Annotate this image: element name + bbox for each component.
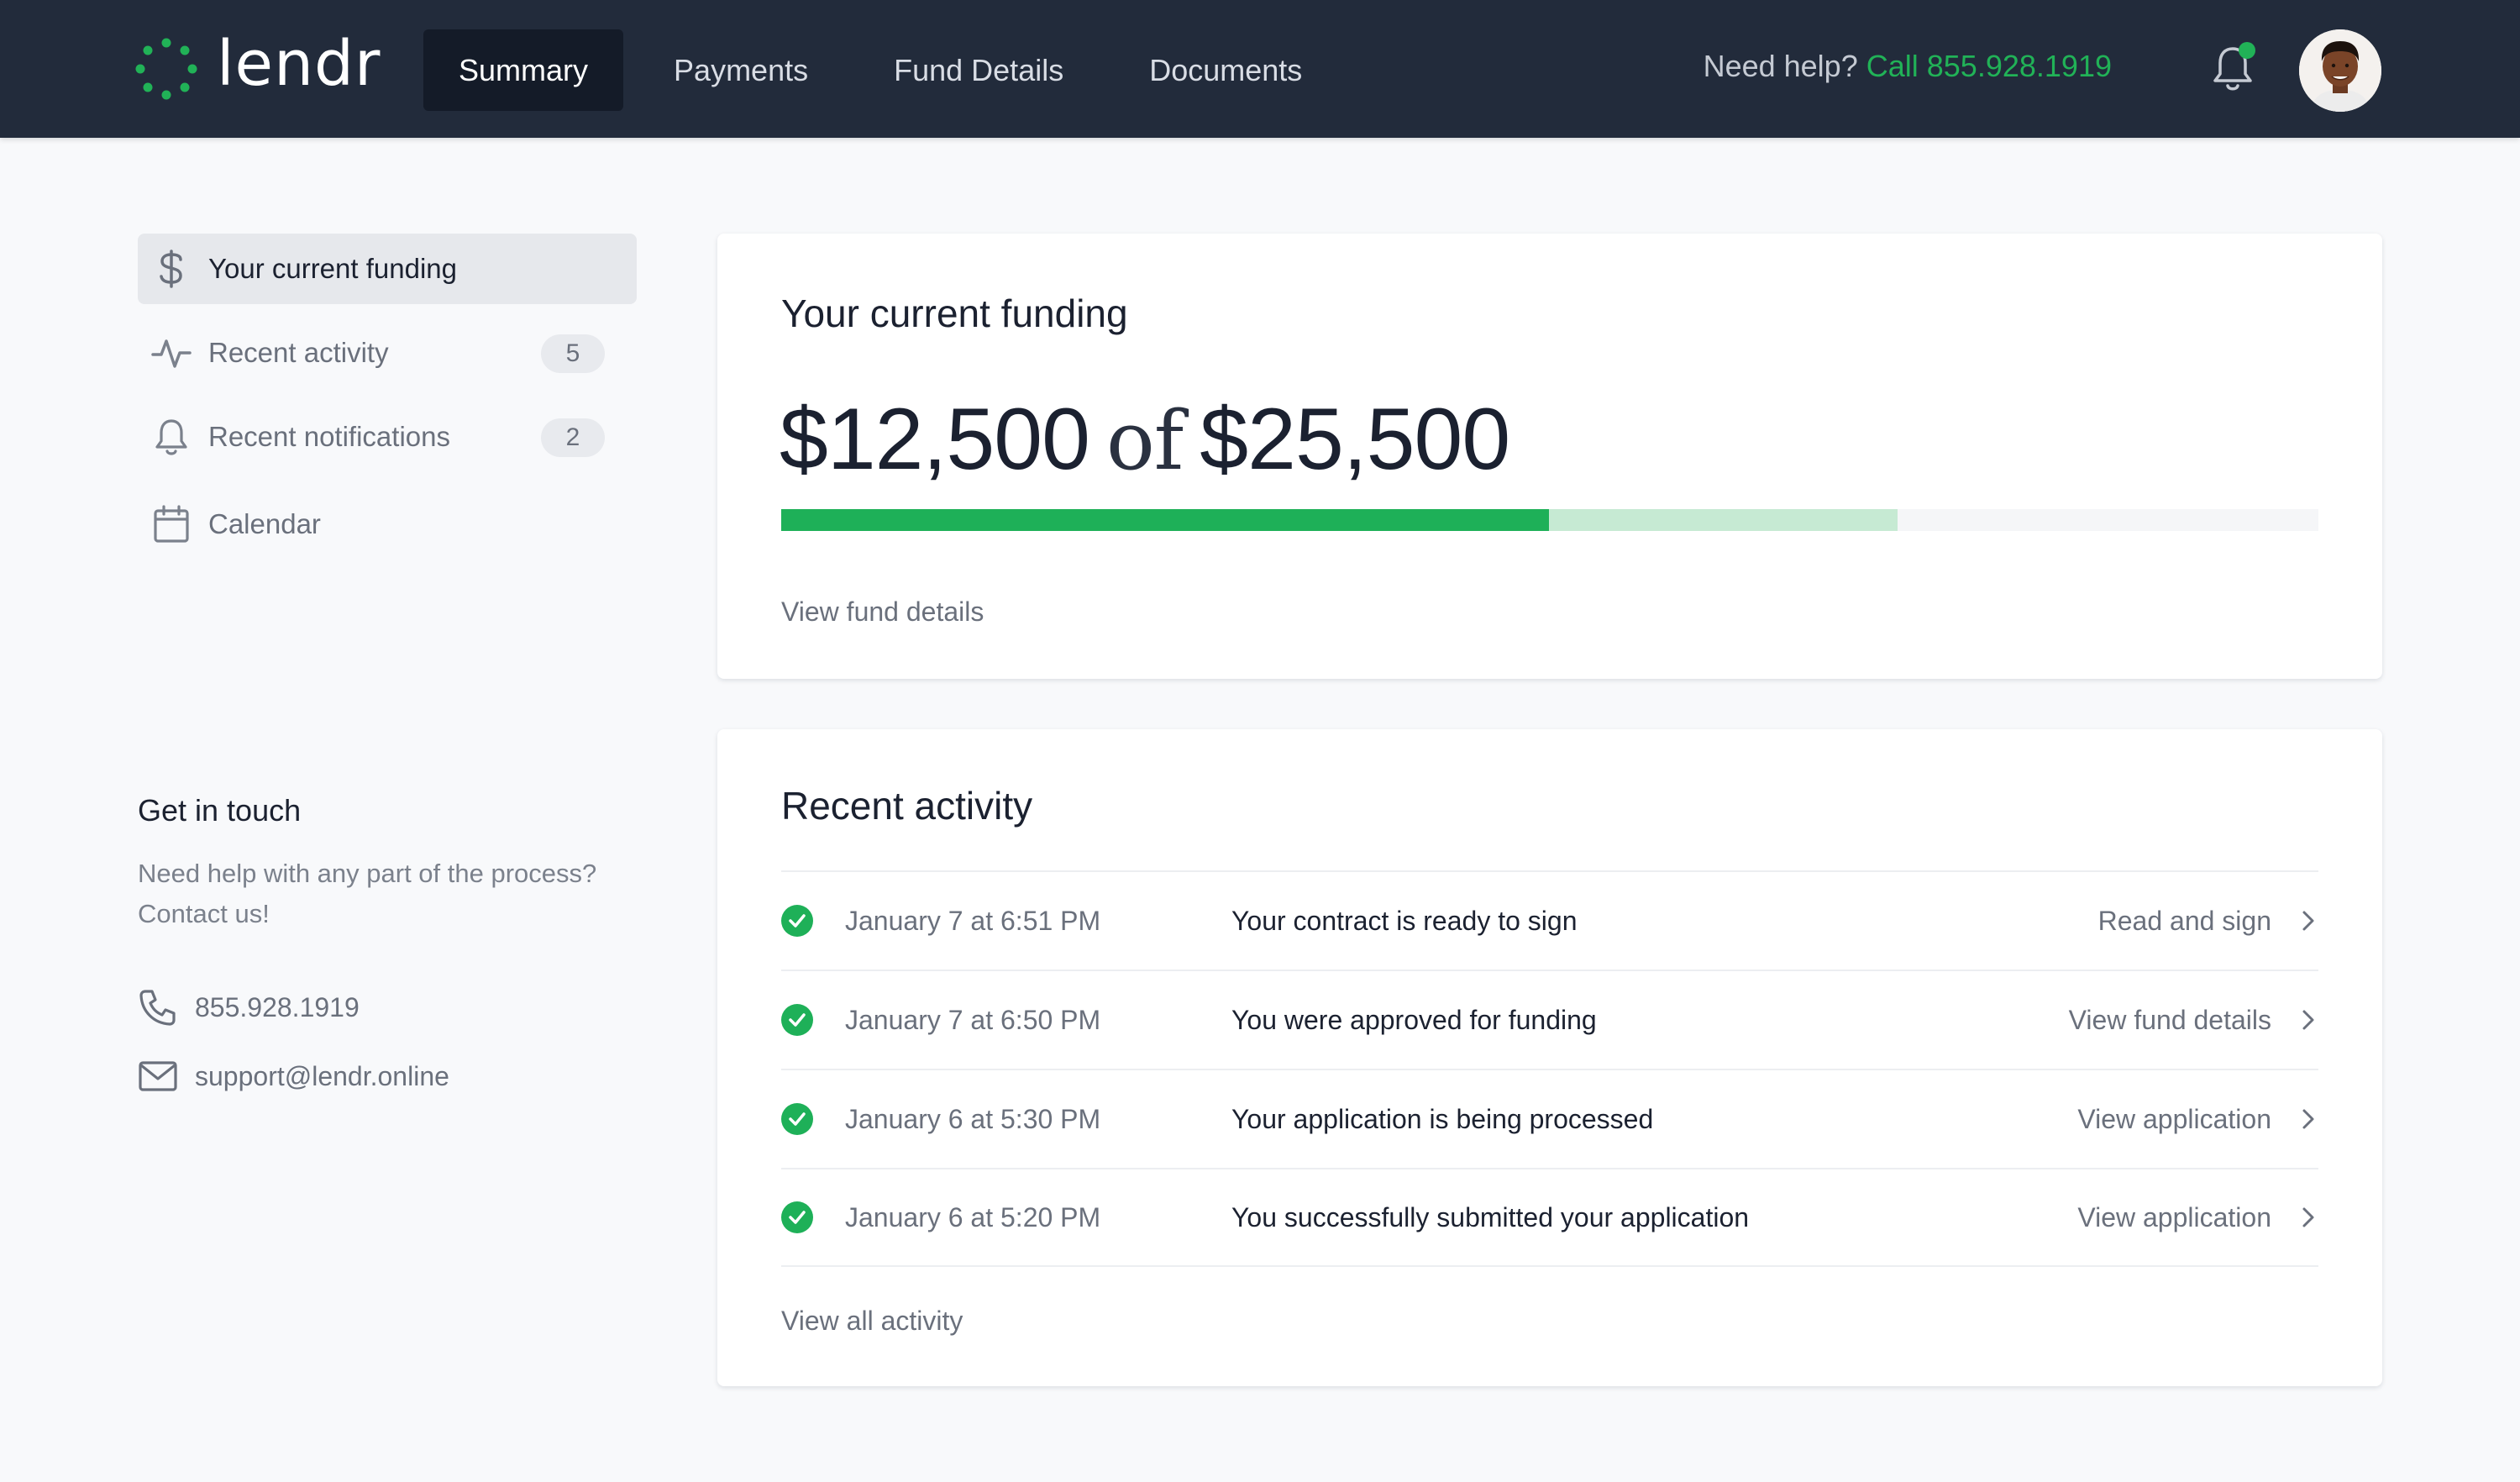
recent-activity-card: Recent activity January 7 at 6:51 PM You… xyxy=(717,729,2382,1386)
check-circle-icon xyxy=(781,1201,813,1233)
funding-amount: $12,500 of $25,500 xyxy=(780,385,1510,496)
help-text: Need help? Call 855.928.1919 xyxy=(1704,49,2112,84)
activity-count-badge: 5 xyxy=(541,334,605,373)
view-fund-details-link[interactable]: View fund details xyxy=(781,596,984,628)
funding-current-amount: $12,500 xyxy=(780,391,1090,488)
check-circle-icon xyxy=(781,1004,813,1036)
check-circle-icon xyxy=(781,1103,813,1135)
nav-documents[interactable]: Documents xyxy=(1114,29,1337,111)
contact-email-label: support@lendr.online xyxy=(195,1060,449,1091)
nav-fund-details[interactable]: Fund Details xyxy=(858,29,1099,111)
activity-row: January 7 at 6:50 PM You were approved f… xyxy=(781,970,2318,1069)
activity-message: You successfully submitted your applicat… xyxy=(1231,1201,1750,1232)
sidebar-item-recent-activity[interactable]: Recent activity 5 xyxy=(138,318,637,388)
chevron-right-icon[interactable] xyxy=(2298,1007,2318,1033)
help-phone-link[interactable]: Call 855.928.1919 xyxy=(1866,49,2112,83)
activity-row: January 7 at 6:51 PM Your contract is re… xyxy=(781,870,2318,970)
activity-action-link[interactable]: Read and sign xyxy=(2098,906,2271,937)
card-title: Your current funding xyxy=(781,292,1128,335)
card-title: Recent activity xyxy=(781,784,1033,828)
sidebar-item-calendar[interactable]: Calendar xyxy=(138,489,637,560)
top-navigation-bar: lendr Summary Payments Fund Details Docu… xyxy=(0,0,2520,138)
check-circle-icon xyxy=(781,905,813,937)
activity-pulse-icon xyxy=(151,333,192,373)
sidebar-item-recent-notifications[interactable]: Recent notifications 2 xyxy=(138,402,637,472)
view-all-activity-link[interactable]: View all activity xyxy=(781,1306,963,1337)
avatar-image xyxy=(2299,29,2381,112)
logo[interactable]: lendr xyxy=(134,32,381,101)
chevron-right-icon[interactable] xyxy=(2298,908,2318,933)
activity-date: January 7 at 6:51 PM xyxy=(845,905,1101,936)
notification-dot xyxy=(2239,42,2255,59)
activity-message: Your contract is ready to sign xyxy=(1231,905,1578,936)
main-nav: Summary Payments Fund Details Documents xyxy=(423,29,1352,111)
help-label: Need help? xyxy=(1703,49,1858,83)
contact-email[interactable]: support@lendr.online xyxy=(138,1055,449,1097)
sidebar-item-label: Calendar xyxy=(208,508,321,539)
dollar-icon xyxy=(151,249,192,289)
spinner-dots-icon xyxy=(135,38,197,100)
activity-action-link[interactable]: View application xyxy=(2077,1202,2271,1233)
activity-message: Your application is being processed xyxy=(1231,1103,1654,1134)
funding-of-separator: of xyxy=(1105,394,1184,488)
activity-row: January 6 at 5:20 PM You successfully su… xyxy=(781,1168,2318,1267)
get-in-touch-text: Need help with any part of the process? … xyxy=(138,859,597,928)
activity-action-link[interactable]: View fund details xyxy=(2069,1005,2271,1036)
sidebar-item-label: Your current funding xyxy=(208,253,457,284)
get-in-touch-heading: Get in touch xyxy=(138,793,302,828)
activity-date: January 6 at 5:30 PM xyxy=(845,1103,1101,1134)
logo-wordmark: lendr xyxy=(217,28,381,100)
activity-list: January 7 at 6:51 PM Your contract is re… xyxy=(781,870,2318,1267)
calendar-icon xyxy=(151,504,192,544)
funding-total-amount: $25,500 xyxy=(1200,391,1510,488)
activity-date: January 6 at 5:20 PM xyxy=(845,1201,1101,1232)
activity-date: January 7 at 6:50 PM xyxy=(845,1004,1101,1035)
nav-payments[interactable]: Payments xyxy=(638,29,843,111)
phone-icon xyxy=(138,987,178,1027)
funding-progress-bar xyxy=(781,509,2318,531)
contact-phone-label: 855.928.1919 xyxy=(195,991,360,1022)
bell-icon xyxy=(151,417,192,457)
mail-icon xyxy=(138,1056,178,1096)
activity-action-link[interactable]: View application xyxy=(2077,1104,2271,1135)
sidebar-item-label: Recent activity xyxy=(208,337,389,368)
activity-message: You were approved for funding xyxy=(1231,1004,1597,1035)
nav-summary[interactable]: Summary xyxy=(423,29,624,111)
current-funding-card: Your current funding $12,500 of $25,500 Vi… xyxy=(717,234,2382,679)
activity-row: January 6 at 5:30 PM Your application is… xyxy=(781,1069,2318,1168)
chevron-right-icon[interactable] xyxy=(2298,1205,2318,1230)
sidebar-item-label: Recent notifications xyxy=(208,421,450,452)
sidebar-item-current-funding[interactable]: Your current funding xyxy=(138,234,637,304)
chevron-right-icon[interactable] xyxy=(2298,1106,2318,1132)
contact-phone[interactable]: 855.928.1919 xyxy=(138,986,360,1028)
funding-progress-fill xyxy=(781,509,1550,531)
notification-count-badge: 2 xyxy=(541,418,605,457)
user-avatar[interactable] xyxy=(2299,29,2381,112)
